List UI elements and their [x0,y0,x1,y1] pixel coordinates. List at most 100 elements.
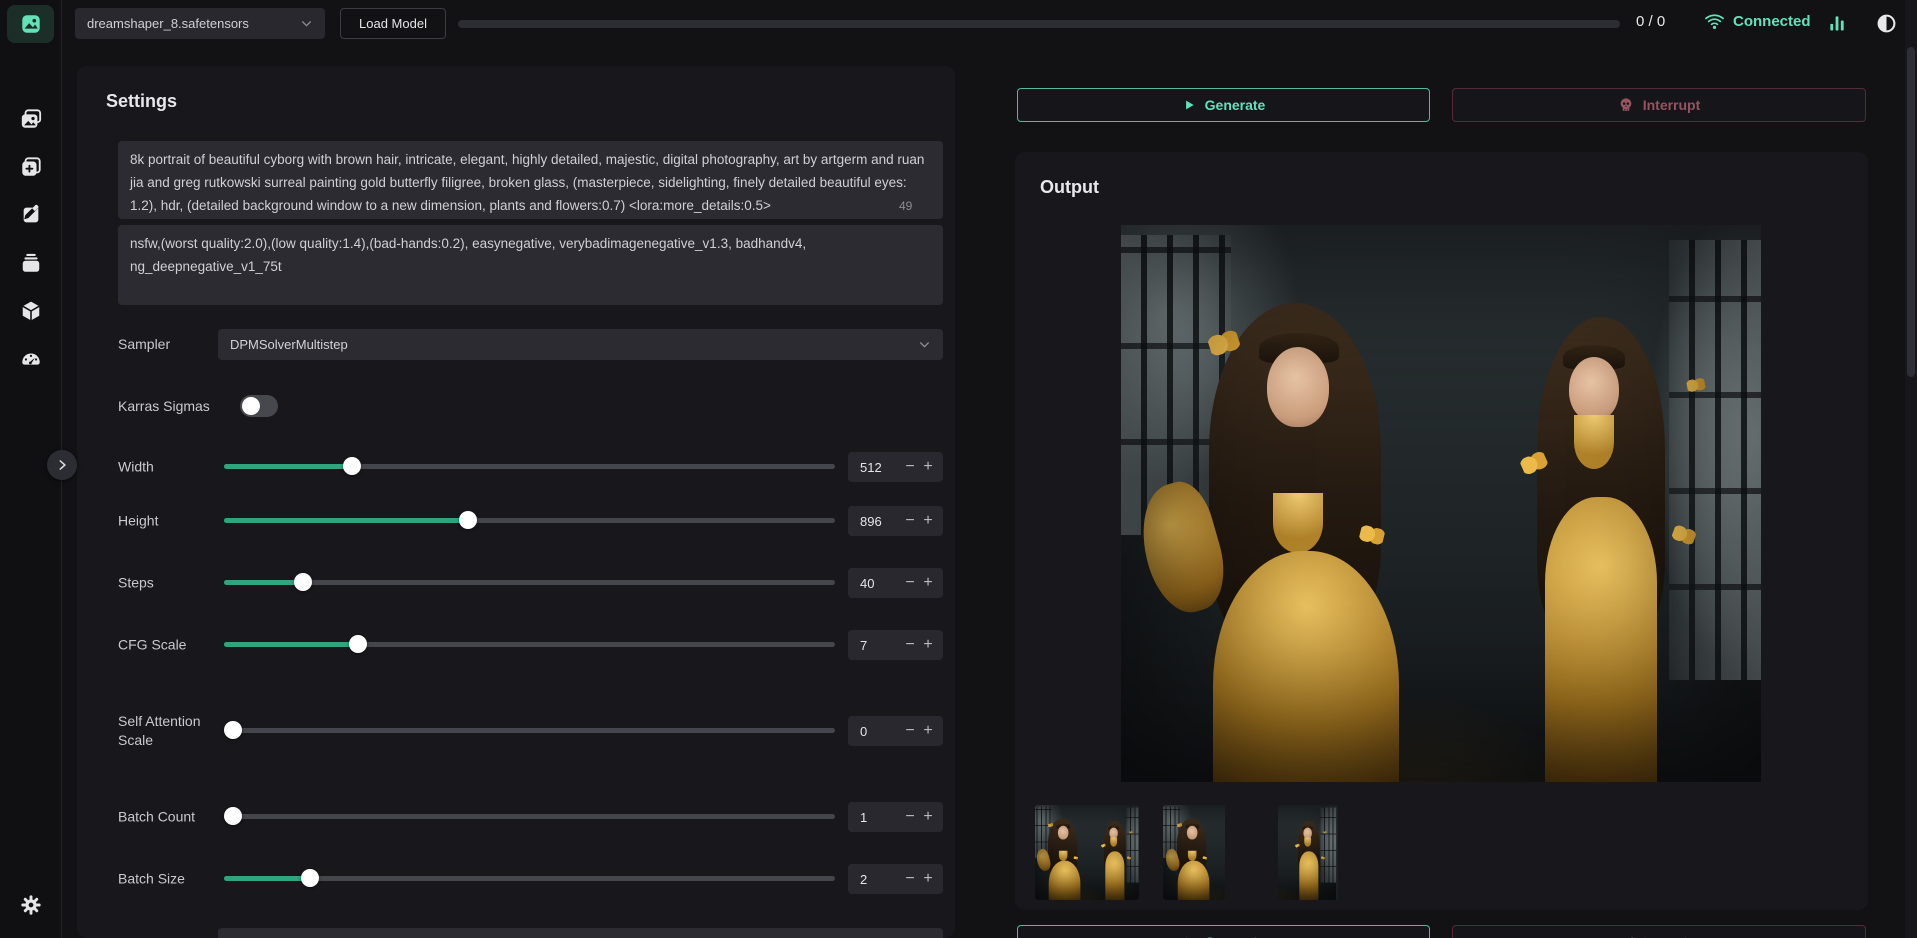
sidebar-expand-button[interactable] [47,450,77,480]
increment-button[interactable]: + [919,803,937,831]
chevron-right-icon [55,458,69,472]
slider-thumb[interactable] [459,511,477,529]
slider-label: Batch Count [118,808,206,827]
slider-thumb[interactable] [349,635,367,653]
slider-thumb[interactable] [224,807,242,825]
decrement-button[interactable]: − [901,631,919,659]
karras-sigmas-toggle[interactable] [240,395,278,417]
negative-prompt-input[interactable]: nsfw,(worst quality:2.0),(low quality:1.… [118,225,943,305]
slider-track[interactable] [224,728,835,733]
seed-input-partial[interactable] [218,928,943,938]
scene-part [1321,856,1325,860]
scene-part [1059,851,1068,861]
increment-button[interactable]: + [919,507,937,535]
slider-thumb[interactable] [224,721,242,739]
sidebar-item-accelerate[interactable] [7,340,54,378]
slider-value-box: 0 − + [848,716,943,746]
slider-track[interactable] [224,518,835,523]
sampler-select[interactable]: DPMSolverMultistep [218,329,943,360]
increment-button[interactable]: + [919,865,937,893]
theme-toggle-button[interactable] [1873,10,1899,36]
scene-part [1187,826,1198,840]
sidebar-item-image-extra[interactable] [7,148,54,186]
decrement-button[interactable]: − [901,507,919,535]
slider-thumb[interactable] [294,573,312,591]
slider-track[interactable] [224,580,835,585]
slider-track[interactable] [224,814,835,819]
karras-sigmas-label: Karras Sigmas [118,398,210,414]
interrupt-button[interactable]: Interrupt [1452,88,1866,122]
contrast-icon [1876,13,1897,34]
scene-part [1127,856,1131,860]
scene-part [1129,831,1132,834]
decrement-button[interactable]: − [901,717,919,745]
scene-part [1048,823,1054,828]
slider-fill [224,642,358,647]
scene-part [1073,856,1078,860]
scene-part [1298,821,1320,877]
scene-part [1278,805,1336,900]
progress-count: 0 / 0 [1636,13,1665,30]
output-thumbnail[interactable] [1035,805,1139,900]
chevron-down-icon [918,338,931,351]
generated-image-scene [1163,805,1225,900]
sidebar-item-edit[interactable] [7,196,54,234]
scene-part [1108,825,1119,829]
scrollbar-thumb[interactable] [1907,47,1915,377]
scene-part [1101,843,1106,847]
page-scrollbar[interactable] [1905,0,1917,938]
slider-value: 1 [848,810,901,825]
increment-button[interactable]: + [919,453,937,481]
slider-track[interactable] [224,464,835,469]
output-thumbnail[interactable] [1278,805,1338,900]
model-select[interactable]: dreamshaper_8.safetensors [75,8,325,39]
scene-part [1188,851,1197,861]
settings-title: Settings [106,91,177,112]
decrement-button[interactable]: − [901,569,919,597]
slider-value-box: 40 − + [848,568,943,598]
output-panel: Output [1015,152,1868,910]
sidebar-item-settings[interactable] [7,886,54,924]
slider-thumb[interactable] [301,869,319,887]
generate-button-secondary[interactable]: Generate [1017,925,1430,938]
image-plus-icon [20,156,42,178]
prompt-input[interactable]: 8k portrait of beautiful cyborg with bro… [118,141,943,219]
output-title: Output [1040,177,1099,198]
slider-label: Height [118,512,206,531]
generated-image[interactable] [1121,225,1761,782]
slider-value-box: 7 − + [848,630,943,660]
edit-pencil-icon [20,204,42,226]
load-model-button[interactable]: Load Model [340,8,446,39]
decrement-button[interactable]: − [901,865,919,893]
scene-part [1177,818,1206,878]
slider-value: 512 [848,460,901,475]
increment-button[interactable]: + [919,717,937,745]
gauge-icon [20,348,42,370]
scene-part [1035,807,1052,858]
scene-part [1302,825,1313,829]
slider-label: Steps [118,574,206,593]
increment-button[interactable]: + [919,631,937,659]
slider-label: Batch Size [118,870,206,889]
decrement-button[interactable]: − [901,803,919,831]
output-thumbnail[interactable] [1163,805,1225,900]
sidebar-item-txt2img[interactable] [7,5,54,43]
slider-track[interactable] [224,876,835,881]
sidebar-item-img2img[interactable] [7,100,54,138]
slider-value-box: 2 − + [848,864,943,894]
generated-image-scene [1278,805,1336,900]
scene-part [1323,831,1326,834]
decrement-button[interactable]: − [901,453,919,481]
scene-part [1058,826,1069,840]
scene-part [1303,828,1312,839]
stats-button[interactable] [1824,10,1850,36]
sidebar-item-collection[interactable] [7,244,54,282]
slider-height: Height 896 − + [118,506,943,536]
increment-button[interactable]: + [919,569,937,597]
interrupt-button-secondary[interactable]: Interrupt [1452,925,1866,938]
slider-track[interactable] [224,642,835,647]
slider-label: CFG Scale [118,636,206,655]
generate-button[interactable]: Generate [1017,88,1430,122]
slider-thumb[interactable] [343,457,361,475]
sidebar-item-models[interactable] [7,292,54,330]
